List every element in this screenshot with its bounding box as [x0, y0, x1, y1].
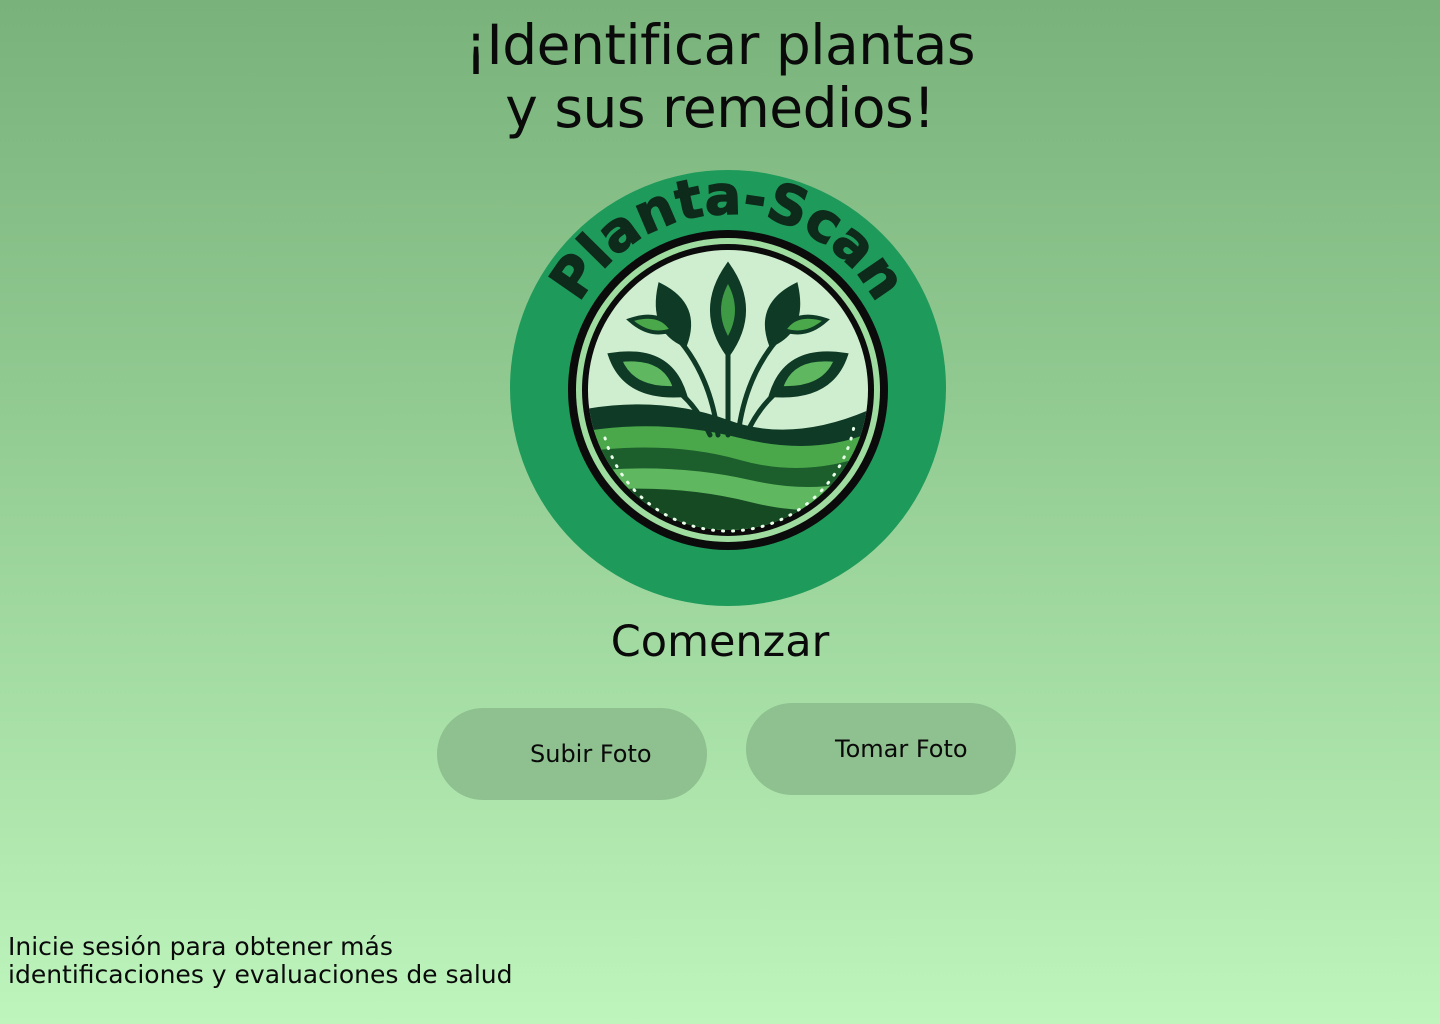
login-prompt: Inicie sesión para obtener más identific…: [8, 933, 513, 989]
page-title-line-2: y sus remedios!: [505, 76, 935, 140]
upload-photo-label: Subir Foto: [530, 740, 652, 768]
take-photo-button[interactable]: Tomar Foto: [746, 703, 1016, 795]
page-title-line-1: ¡Identificar plantas: [464, 13, 976, 77]
page-title: ¡Identificar plantas y sus remedios!: [0, 14, 1440, 140]
planta-scan-logo: Planta-Scan: [510, 170, 946, 606]
login-prompt-line-2: identificaciones y evaluaciones de salud: [8, 960, 513, 989]
start-label: Comenzar: [610, 617, 830, 667]
login-prompt-line-1: Inicie sesión para obtener más: [8, 932, 393, 961]
take-photo-label: Tomar Foto: [835, 735, 968, 763]
upload-photo-button[interactable]: Subir Foto: [437, 708, 707, 800]
